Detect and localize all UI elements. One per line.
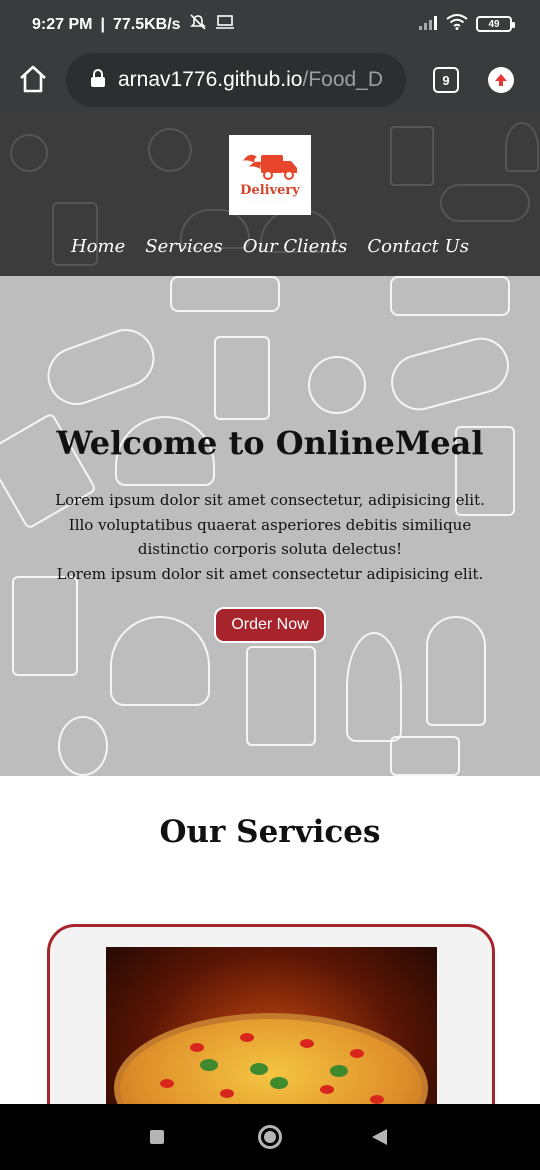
doodle-wrap-2 xyxy=(384,331,516,417)
hero-section: Welcome to OnlineMeal Lorem ipsum dolor … xyxy=(0,276,540,776)
tab-switcher-button[interactable]: 9 xyxy=(433,67,459,93)
services-title: Our Services xyxy=(159,814,381,850)
status-time: 9:27 PM xyxy=(32,15,93,33)
hero-line-4: Lorem ipsum dolor sit amet consectetur a… xyxy=(56,564,484,583)
hero-line-2: Illo voluptatibus quaerat asperiores deb… xyxy=(68,515,472,534)
battery-level: 49 xyxy=(488,18,500,30)
status-network-speed: 77.5KB/s xyxy=(112,15,181,33)
mute-icon xyxy=(189,13,207,36)
tab-count: 9 xyxy=(442,72,450,88)
home-icon xyxy=(20,65,46,93)
address-bar[interactable]: arnav1776.github.io/Food_D xyxy=(66,53,406,107)
url-text: arnav1776.github.io/Food_D xyxy=(118,68,383,92)
doodle-ice-cream xyxy=(308,356,366,414)
home-circle-icon[interactable] xyxy=(258,1125,282,1149)
logo-tagline-line: ·················· xyxy=(252,197,288,202)
back-icon[interactable] xyxy=(372,1129,387,1145)
doodle-cup xyxy=(12,576,78,676)
home-button[interactable] xyxy=(16,62,50,96)
nav-our-clients[interactable]: Our Clients xyxy=(243,236,348,257)
doodle-fries-4 xyxy=(246,646,316,746)
doodle-burger-3 xyxy=(110,616,210,706)
laptop-icon xyxy=(215,14,235,35)
nav-home[interactable]: Home xyxy=(71,236,125,257)
battery-icon: 49 xyxy=(476,16,515,32)
wifi-icon xyxy=(446,14,468,34)
nav-services[interactable]: Services xyxy=(145,236,222,257)
doodle-cone-2 xyxy=(58,716,108,776)
arrow-up-icon xyxy=(495,74,507,86)
site-logo[interactable]: Delivery ·················· xyxy=(229,135,311,215)
doodle-fries xyxy=(214,336,270,420)
url-host: arnav1776.github.io xyxy=(118,68,303,91)
hero-title: Welcome to OnlineMeal xyxy=(56,424,484,462)
site-header: Delivery ·················· Home Service… xyxy=(0,114,540,276)
status-separator: | xyxy=(100,15,105,33)
doodle-wrap xyxy=(440,184,530,222)
status-right: 49 xyxy=(418,14,515,34)
doodle-burger xyxy=(390,276,510,316)
url-path: /Food_D xyxy=(302,68,384,91)
hero-line-3: distinctio corporis soluta delectus! xyxy=(137,540,403,558)
update-button[interactable] xyxy=(488,67,514,93)
system-nav-bar xyxy=(0,1104,540,1170)
lock-icon xyxy=(90,68,106,92)
doodle-cup-2 xyxy=(426,616,486,726)
doodle-cone-2 xyxy=(10,134,48,172)
doodle-cone xyxy=(505,122,539,172)
doodle-wrap-3 xyxy=(170,276,280,312)
order-now-button[interactable]: Order Now xyxy=(214,607,326,643)
doodle-fries-5 xyxy=(390,736,460,776)
browser-toolbar: arnav1776.github.io/Food_D 9 xyxy=(0,48,540,114)
doodle-ice-cream xyxy=(148,128,192,172)
doodle-cone xyxy=(346,632,402,742)
delivery-truck-icon xyxy=(243,154,297,180)
recents-icon[interactable] xyxy=(150,1130,164,1144)
status-left: 9:27 PM | 77.5KB/s xyxy=(32,13,235,36)
main-nav: Home Services Our Clients Contact Us xyxy=(0,236,540,257)
logo-text: Delivery xyxy=(240,182,300,198)
doodle-wrap xyxy=(39,320,163,414)
signal-icon xyxy=(418,15,438,34)
hero-description: Lorem ipsum dolor sit amet consectetur, … xyxy=(30,488,510,586)
status-bar: 9:27 PM | 77.5KB/s 49 xyxy=(0,0,540,48)
hero-line-1: Lorem ipsum dolor sit amet consectetur, … xyxy=(55,491,485,509)
doodle-cup xyxy=(390,126,434,186)
nav-contact-us[interactable]: Contact Us xyxy=(367,236,469,257)
